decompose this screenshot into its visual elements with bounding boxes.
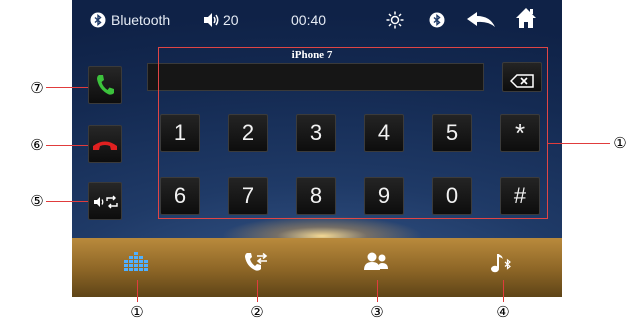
bluetooth-button[interactable] [429, 10, 445, 30]
key-8[interactable]: 8 [296, 177, 336, 215]
dialpad-icon [124, 252, 148, 271]
callout-nav2: ② [250, 303, 264, 321]
audio-transfer-icon [94, 195, 118, 209]
key-star[interactable]: * [500, 114, 540, 152]
key-4[interactable]: 4 [364, 114, 404, 152]
bluetooth-label: Bluetooth [111, 12, 171, 28]
callout-call: ⑦ [30, 79, 44, 97]
callout-hangup-line [46, 145, 88, 146]
hang-up-button[interactable] [88, 125, 122, 163]
callout-nav1-line [137, 280, 138, 302]
backspace-icon [509, 74, 534, 88]
contacts-icon [364, 252, 388, 270]
key-hash[interactable]: # [500, 177, 540, 215]
home-button[interactable] [515, 8, 537, 28]
home-icon [516, 8, 536, 28]
status-bar: Bluetooth 20 00:40 [72, 0, 562, 38]
call-icon [97, 75, 114, 95]
callout-call-line [46, 87, 88, 88]
callout-nav3-line [377, 280, 378, 302]
key-2[interactable]: 2 [228, 114, 268, 152]
key-3[interactable]: 3 [296, 114, 336, 152]
brightness-button[interactable] [386, 10, 404, 30]
nav-contacts-tab[interactable] [364, 252, 392, 276]
bluetooth-icon [90, 12, 106, 28]
callout-keypad-line [548, 143, 610, 144]
backspace-button[interactable] [502, 62, 542, 92]
audio-transfer-button[interactable] [88, 182, 122, 220]
back-icon [467, 12, 495, 27]
callout-transfer-line [46, 201, 88, 202]
callout-nav4: ④ [496, 303, 510, 321]
key-7[interactable]: 7 [228, 177, 268, 215]
hangup-icon [93, 141, 117, 150]
head-unit-screen: Bluetooth 20 00:40 iPhone 7 1 2 3 4 5 * … [72, 0, 562, 297]
volume-status[interactable]: 20 [203, 10, 239, 30]
bt-music-icon [491, 254, 511, 273]
brightness-icon [386, 11, 404, 29]
key-5[interactable]: 5 [432, 114, 472, 152]
callout-transfer: ⑤ [30, 192, 44, 210]
callout-nav2-line [257, 280, 258, 302]
answer-call-button[interactable] [88, 66, 122, 104]
callout-nav1: ① [130, 303, 144, 321]
key-1[interactable]: 1 [160, 114, 200, 152]
bluetooth-icon [429, 12, 445, 28]
bluetooth-status: Bluetooth [90, 10, 170, 30]
callout-hangup: ⑥ [30, 136, 44, 154]
callout-nav3: ③ [370, 303, 384, 321]
back-button[interactable] [466, 10, 496, 30]
nav-call-log-tab[interactable] [244, 252, 272, 276]
call-log-icon [245, 252, 268, 271]
volume-level: 20 [223, 12, 239, 28]
connected-device-name: iPhone 7 [291, 49, 333, 61]
volume-icon [204, 13, 219, 27]
callout-nav4-line [503, 280, 504, 302]
key-0[interactable]: 0 [432, 177, 472, 215]
key-6[interactable]: 6 [160, 177, 200, 215]
nav-dialpad-tab[interactable] [124, 252, 152, 276]
clock: 00:40 [291, 12, 327, 28]
key-9[interactable]: 9 [364, 177, 404, 215]
dial-number-field[interactable] [147, 63, 484, 91]
nav-bt-music-tab[interactable] [490, 252, 518, 276]
callout-keypad: ① [613, 134, 627, 152]
